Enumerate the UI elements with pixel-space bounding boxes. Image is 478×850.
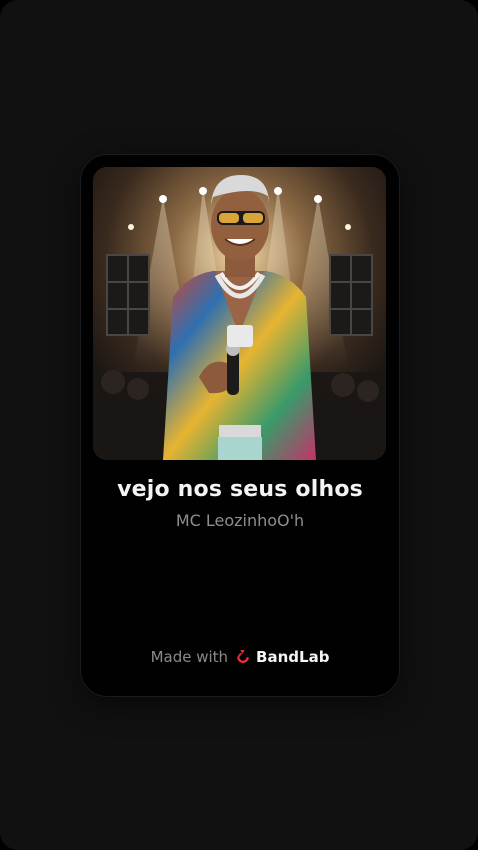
album-cover-image — [93, 167, 386, 460]
made-with-bandlab[interactable]: Made with BandLab — [81, 648, 399, 666]
track-card[interactable]: vejo nos seus olhos MC LeozinhoO'h Made … — [81, 155, 399, 696]
track-title: vejo nos seus olhos — [117, 477, 363, 502]
screen-background: vejo nos seus olhos MC LeozinhoO'h Made … — [0, 0, 478, 850]
bandlab-logo-icon — [234, 648, 252, 666]
artist-name[interactable]: MC LeozinhoO'h — [81, 511, 399, 530]
bandlab-brand-link[interactable]: BandLab — [234, 648, 329, 666]
album-cover[interactable] — [93, 167, 386, 460]
made-with-label: Made with — [150, 648, 229, 666]
bandlab-brand-name: BandLab — [256, 648, 330, 666]
